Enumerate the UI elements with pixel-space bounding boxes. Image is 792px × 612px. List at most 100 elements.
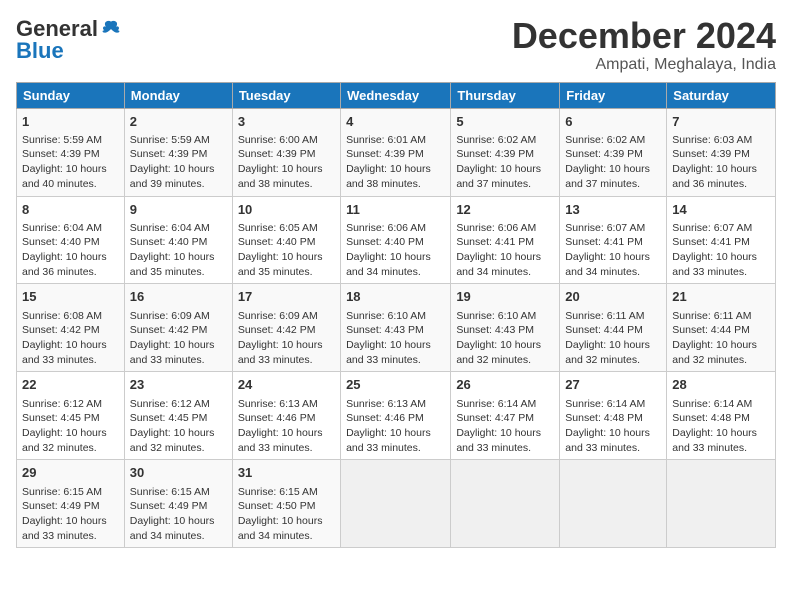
sunrise-text: Sunrise: 6:14 AM: [456, 398, 536, 410]
day-number: 20: [565, 288, 661, 306]
calendar-cell: 28Sunrise: 6:14 AMSunset: 4:48 PMDayligh…: [667, 372, 776, 460]
daylight-text: Daylight: 10 hours and 33 minutes.: [346, 427, 431, 454]
sunset-text: Sunset: 4:40 PM: [346, 236, 424, 248]
calendar-cell: 1Sunrise: 5:59 AMSunset: 4:39 PMDaylight…: [17, 108, 125, 196]
daylight-text: Daylight: 10 hours and 33 minutes.: [672, 251, 757, 278]
sunrise-text: Sunrise: 6:02 AM: [456, 134, 536, 146]
daylight-text: Daylight: 10 hours and 33 minutes.: [238, 427, 323, 454]
day-number: 31: [238, 464, 335, 482]
daylight-text: Daylight: 10 hours and 34 minutes.: [346, 251, 431, 278]
calendar-cell: 20Sunrise: 6:11 AMSunset: 4:44 PMDayligh…: [560, 284, 667, 372]
calendar-cell: [667, 460, 776, 548]
sunrise-text: Sunrise: 6:06 AM: [346, 222, 426, 234]
calendar-cell: 13Sunrise: 6:07 AMSunset: 4:41 PMDayligh…: [560, 196, 667, 284]
sunset-text: Sunset: 4:50 PM: [238, 500, 316, 512]
daylight-text: Daylight: 10 hours and 32 minutes.: [565, 339, 650, 366]
calendar-cell: 8Sunrise: 6:04 AMSunset: 4:40 PMDaylight…: [17, 196, 125, 284]
header-wednesday: Wednesday: [341, 82, 451, 108]
daylight-text: Daylight: 10 hours and 33 minutes.: [22, 515, 107, 542]
sunrise-text: Sunrise: 6:06 AM: [456, 222, 536, 234]
day-number: 19: [456, 288, 554, 306]
calendar-cell: 29Sunrise: 6:15 AMSunset: 4:49 PMDayligh…: [17, 460, 125, 548]
daylight-text: Daylight: 10 hours and 40 minutes.: [22, 163, 107, 190]
day-number: 28: [672, 376, 770, 394]
sunset-text: Sunset: 4:41 PM: [672, 236, 750, 248]
sunset-text: Sunset: 4:42 PM: [238, 324, 316, 336]
day-number: 2: [130, 113, 227, 131]
day-number: 1: [22, 113, 119, 131]
daylight-text: Daylight: 10 hours and 33 minutes.: [346, 339, 431, 366]
week-row-4: 29Sunrise: 6:15 AMSunset: 4:49 PMDayligh…: [17, 460, 776, 548]
calendar-cell: 6Sunrise: 6:02 AMSunset: 4:39 PMDaylight…: [560, 108, 667, 196]
sunrise-text: Sunrise: 5:59 AM: [130, 134, 210, 146]
sunset-text: Sunset: 4:39 PM: [22, 148, 100, 160]
header-monday: Monday: [124, 82, 232, 108]
day-number: 22: [22, 376, 119, 394]
sunrise-text: Sunrise: 6:09 AM: [130, 310, 210, 322]
sunrise-text: Sunrise: 6:13 AM: [238, 398, 318, 410]
day-number: 3: [238, 113, 335, 131]
calendar-cell: 21Sunrise: 6:11 AMSunset: 4:44 PMDayligh…: [667, 284, 776, 372]
calendar-cell: 16Sunrise: 6:09 AMSunset: 4:42 PMDayligh…: [124, 284, 232, 372]
daylight-text: Daylight: 10 hours and 32 minutes.: [130, 427, 215, 454]
day-number: 26: [456, 376, 554, 394]
week-row-0: 1 Sunrise: 5:59 AM Sunset: 4:39 PM Daylight…: [17, 108, 776, 196]
calendar-cell: 27Sunrise: 6:14 AMSunset: 4:48 PMDayligh…: [560, 372, 667, 460]
calendar-cell: 17Sunrise: 6:09 AMSunset: 4:42 PMDayligh…: [232, 284, 340, 372]
header-saturday: Saturday: [667, 82, 776, 108]
week-row-2: 15Sunrise: 6:08 AMSunset: 4:42 PMDayligh…: [17, 284, 776, 372]
sunrise-text: Sunrise: 6:07 AM: [565, 222, 645, 234]
header-thursday: Thursday: [451, 82, 560, 108]
sunrise-text: Sunrise: 6:04 AM: [130, 222, 210, 234]
daylight-text: Daylight: 10 hours and 38 minutes.: [238, 163, 323, 190]
sunrise-text: Sunrise: 6:02 AM: [565, 134, 645, 146]
sunrise-text: Sunrise: 6:12 AM: [22, 398, 102, 410]
day-number: 17: [238, 288, 335, 306]
daylight-text: Daylight: 10 hours and 33 minutes.: [672, 427, 757, 454]
logo: General Blue: [16, 16, 122, 64]
sunrise-text: Sunrise: 6:14 AM: [565, 398, 645, 410]
header-row-days: SundayMondayTuesdayWednesdayThursdayFrid…: [17, 82, 776, 108]
calendar-cell: 18Sunrise: 6:10 AMSunset: 4:43 PMDayligh…: [341, 284, 451, 372]
day-number: 12: [456, 201, 554, 219]
daylight-text: Daylight: 10 hours and 37 minutes.: [456, 163, 541, 190]
day-number: 8: [22, 201, 119, 219]
day-number: 27: [565, 376, 661, 394]
daylight-text: Daylight: 10 hours and 35 minutes.: [130, 251, 215, 278]
logo-bird-icon: [100, 18, 122, 40]
daylight-text: Daylight: 10 hours and 33 minutes.: [565, 427, 650, 454]
calendar-cell: 2Sunrise: 5:59 AMSunset: 4:39 PMDaylight…: [124, 108, 232, 196]
sunrise-text: Sunrise: 6:09 AM: [238, 310, 318, 322]
calendar-cell: 31Sunrise: 6:15 AMSunset: 4:50 PMDayligh…: [232, 460, 340, 548]
title-block: December 2024 Ampati, Meghalaya, India: [512, 16, 776, 74]
header-sunday: Sunday: [17, 82, 125, 108]
daylight-text: Daylight: 10 hours and 37 minutes.: [565, 163, 650, 190]
sunrise-text: Sunrise: 6:08 AM: [22, 310, 102, 322]
sunset-text: Sunset: 4:39 PM: [456, 148, 534, 160]
sunrise-text: Sunrise: 6:11 AM: [672, 310, 751, 322]
sunrise-text: Sunrise: 6:07 AM: [672, 222, 752, 234]
daylight-text: Daylight: 10 hours and 35 minutes.: [238, 251, 323, 278]
sunset-text: Sunset: 4:43 PM: [346, 324, 424, 336]
sunset-text: Sunset: 4:40 PM: [130, 236, 208, 248]
week-row-1: 8 Sunrise: 6:04 AM Sunset: 4:40 PM Daylight…: [17, 196, 776, 284]
sunrise-text: Sunrise: 6:03 AM: [672, 134, 752, 146]
calendar-cell: 14 Sunrise: 6:07 AM Sunset: 4:41 PM Dayligh…: [667, 196, 776, 284]
calendar-cell: 11Sunrise: 6:06 AMSunset: 4:40 PMDayligh…: [341, 196, 451, 284]
day-number: 24: [238, 376, 335, 394]
week-row-3: 22Sunrise: 6:12 AMSunset: 4:45 PMDayligh…: [17, 372, 776, 460]
daylight-text: Daylight: 10 hours and 34 minutes.: [130, 515, 215, 542]
calendar-cell: 23Sunrise: 6:12 AMSunset: 4:45 PMDayligh…: [124, 372, 232, 460]
calendar-cell: 19Sunrise: 6:10 AMSunset: 4:43 PMDayligh…: [451, 284, 560, 372]
sunrise-text: Sunrise: 6:15 AM: [22, 486, 102, 498]
day-number: 14: [672, 201, 770, 219]
daylight-text: Daylight: 10 hours and 32 minutes.: [22, 427, 107, 454]
sunset-text: Sunset: 4:39 PM: [130, 148, 208, 160]
day-number: 9: [130, 201, 227, 219]
calendar-cell: 9 Sunrise: 6:04 AM Sunset: 4:40 PM Daylight…: [124, 196, 232, 284]
sunset-text: Sunset: 4:49 PM: [22, 500, 100, 512]
calendar-cell: [341, 460, 451, 548]
day-number: 21: [672, 288, 770, 306]
day-number: 4: [346, 113, 445, 131]
day-number: 30: [130, 464, 227, 482]
